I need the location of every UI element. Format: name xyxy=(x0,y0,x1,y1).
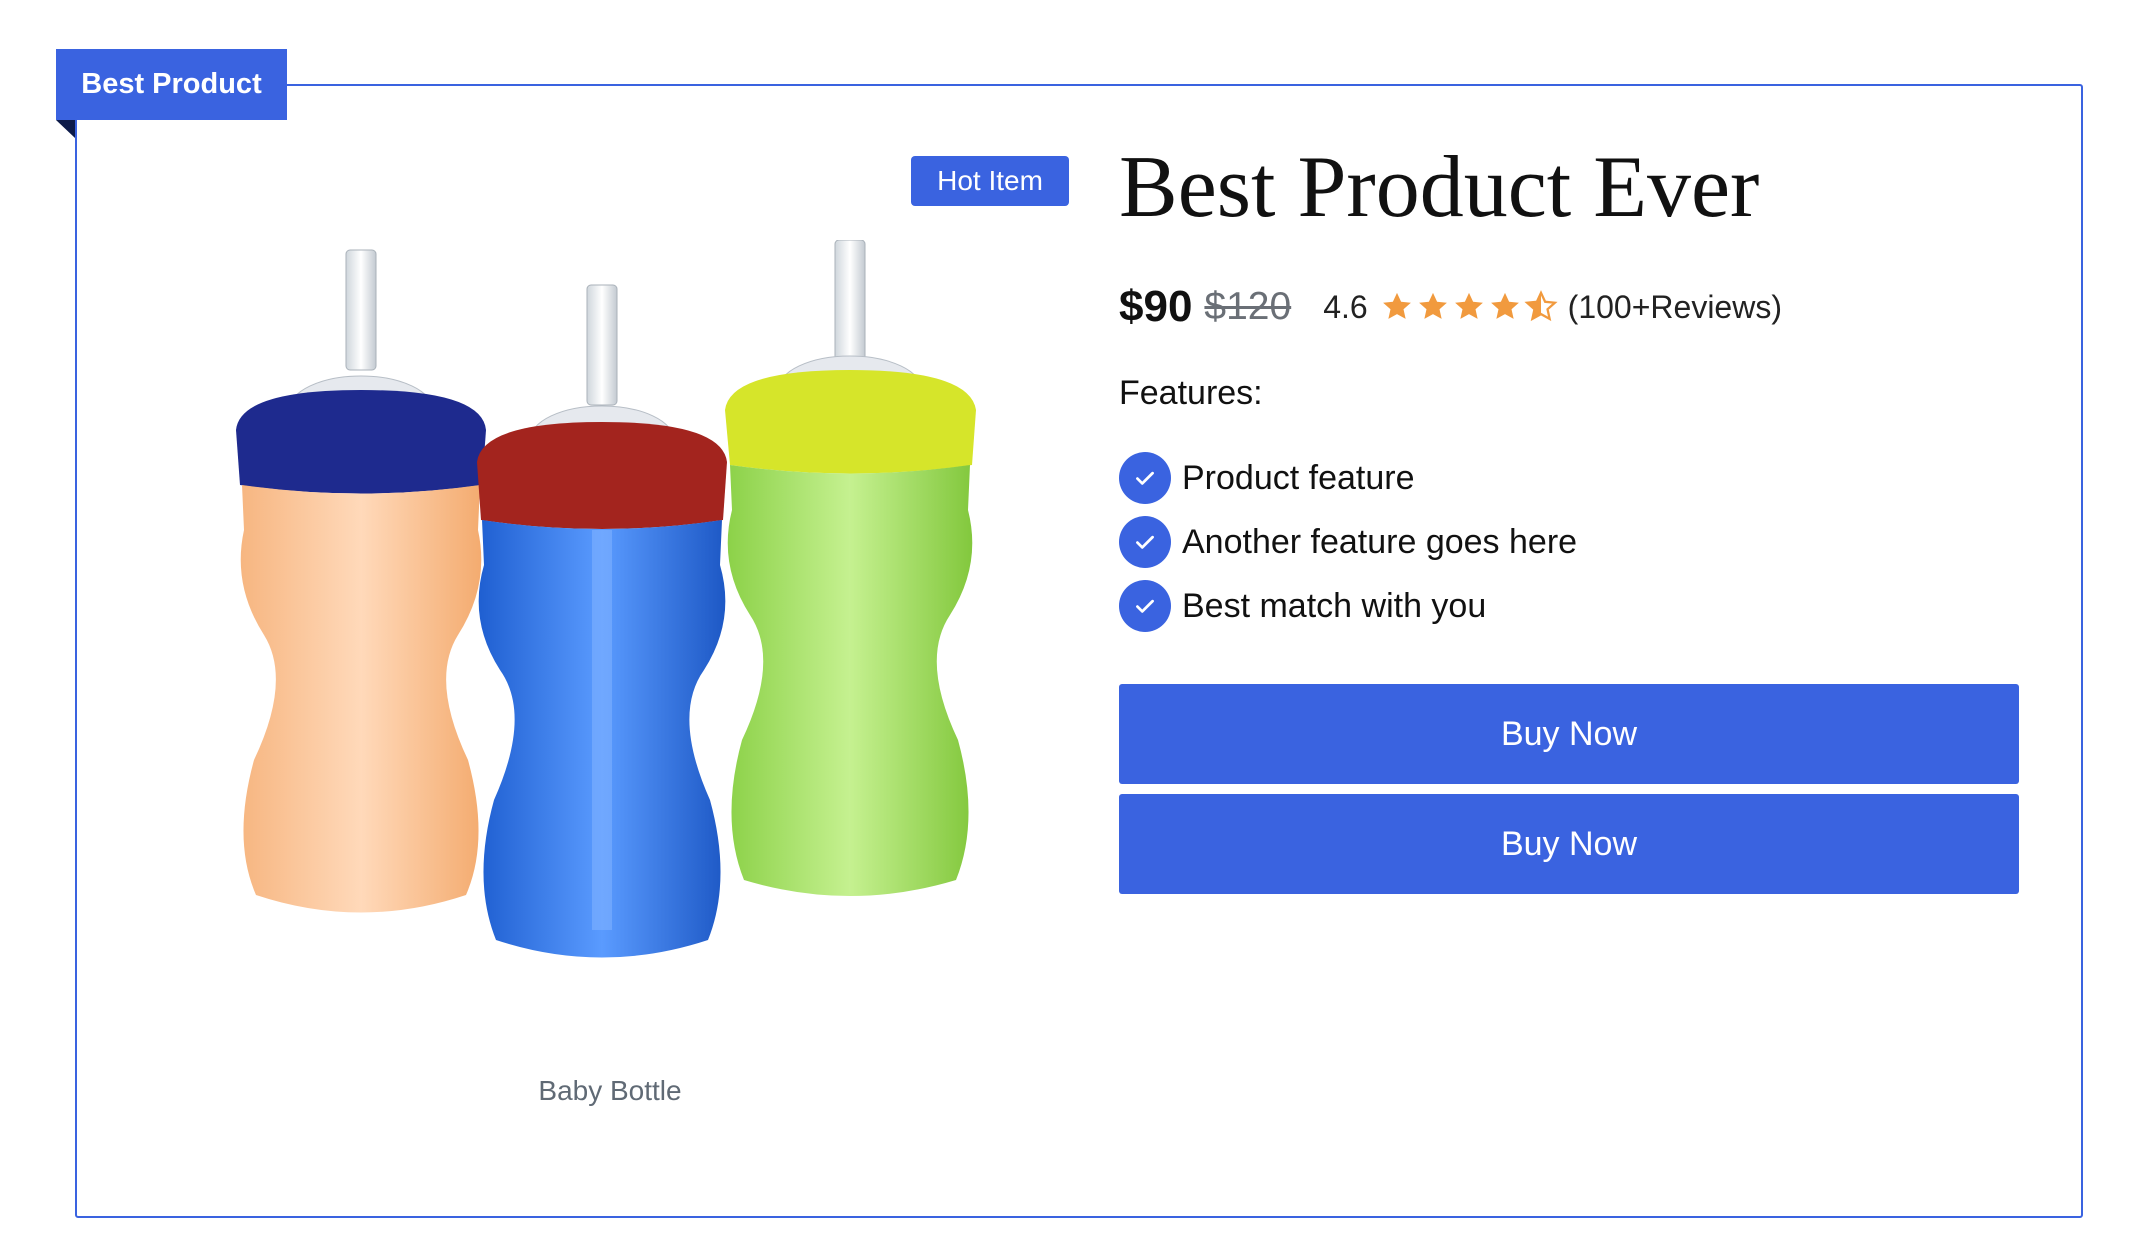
orange-cup xyxy=(236,249,486,913)
blue-cup xyxy=(477,284,727,958)
star-rating xyxy=(1380,290,1558,324)
check-icon xyxy=(1119,516,1171,568)
product-title: Best Product Ever xyxy=(1119,139,1760,236)
hot-item-tag: Hot Item xyxy=(911,156,1069,206)
check-icon xyxy=(1119,580,1171,632)
current-price: $90 xyxy=(1119,282,1193,331)
feature-item: Another feature goes here xyxy=(1119,516,1577,568)
review-count: (100+Reviews) xyxy=(1567,288,1782,325)
star-full-icon xyxy=(1382,292,1411,319)
best-product-badge: Best Product xyxy=(56,49,287,120)
buy-now-button-secondary[interactable]: Buy Now xyxy=(1119,794,2019,894)
features-heading: Features: xyxy=(1119,374,1263,412)
feature-label: Product feature xyxy=(1182,458,1415,497)
badge-fold xyxy=(56,120,75,138)
buy-now-button[interactable]: Buy Now xyxy=(1119,684,2019,784)
star-full-icon xyxy=(1418,292,1447,319)
star-full-icon xyxy=(1454,292,1483,319)
feature-list: Product feature Another feature goes her… xyxy=(1119,452,1577,644)
feature-label: Another feature goes here xyxy=(1182,522,1578,561)
check-icon xyxy=(1119,452,1171,504)
rating-value: 4.6 xyxy=(1323,288,1368,325)
price-row: $90 $120 4.6 (100+Reviews) xyxy=(1119,282,1782,332)
star-full-icon xyxy=(1490,292,1519,319)
feature-item: Best match with you xyxy=(1119,580,1577,632)
feature-item: Product feature xyxy=(1119,452,1577,504)
image-caption: Baby Bottle xyxy=(538,1075,682,1106)
original-price: $120 xyxy=(1204,285,1292,328)
star-half-icon xyxy=(1524,290,1558,322)
feature-label: Best match with you xyxy=(1182,586,1487,625)
product-image xyxy=(236,240,976,958)
green-cup xyxy=(725,240,976,896)
